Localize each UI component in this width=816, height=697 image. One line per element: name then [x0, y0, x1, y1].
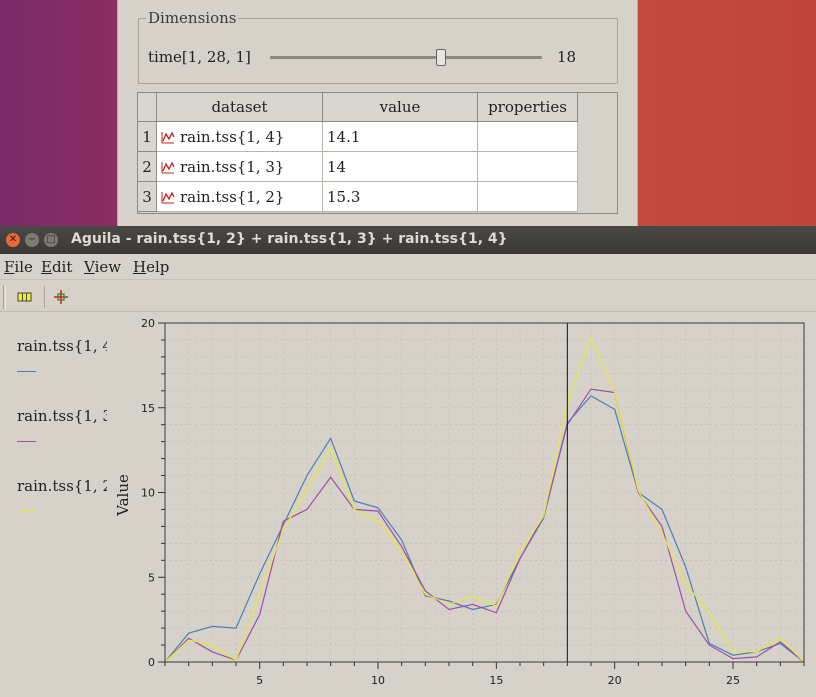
legend-swatch	[17, 441, 36, 442]
menu-edit-label: dit	[51, 258, 73, 276]
y-tick-label: 15	[141, 402, 155, 415]
menu-bar: File Edit View Help	[0, 254, 816, 280]
table-cell-value[interactable]: 14.1	[323, 122, 478, 152]
menu-edit[interactable]: Edit	[41, 258, 72, 276]
legend-swatch	[17, 511, 36, 512]
table-cell-dataset[interactable]: rain.tss{1, 3}	[157, 152, 323, 182]
menu-file[interactable]: File	[4, 258, 33, 276]
title-bar[interactable]: ✕ − □ Aguila - rain.tss{1, 2} + rain.tss…	[0, 226, 816, 254]
timeseries-icon	[161, 161, 175, 173]
table-cell-properties[interactable]	[478, 152, 578, 182]
menu-help-mnemonic: H	[133, 258, 147, 276]
y-axis-label: Value	[114, 474, 132, 517]
menu-view-mnemonic: V	[84, 258, 95, 276]
table-corner[interactable]	[138, 93, 157, 122]
y-tick-label: 20	[141, 317, 155, 330]
dataset-name: rain.tss{1, 4}	[180, 127, 285, 146]
dataset-name: rain.tss{1, 2}	[180, 187, 285, 206]
row-header[interactable]: 3	[138, 182, 157, 212]
menu-view-label: iew	[94, 258, 122, 276]
chart-legend: rain.tss{1, 4} rain.tss{1, 3} rain.tss{1…	[0, 313, 112, 697]
close-icon[interactable]: ✕	[6, 233, 20, 247]
column-header-dataset[interactable]: dataset	[157, 93, 323, 122]
cursor-crosshair-icon[interactable]	[50, 286, 72, 308]
x-tick-label: 15	[489, 674, 503, 687]
table-cell-properties[interactable]	[478, 182, 578, 212]
time-dimension-value: 18	[557, 48, 577, 66]
maximize-icon[interactable]: □	[44, 233, 58, 247]
y-tick-label: 10	[141, 487, 155, 500]
x-tick-label: 10	[371, 674, 385, 687]
menu-help-label: elp	[146, 258, 170, 276]
columns-icon[interactable]	[13, 286, 35, 308]
toolbar-grip[interactable]	[3, 285, 6, 309]
row-header[interactable]: 1	[138, 122, 157, 152]
menu-file-mnemonic: F	[4, 258, 15, 276]
legend-label: rain.tss{1, 2}	[17, 477, 107, 495]
table-cell-value[interactable]: 14	[323, 152, 478, 182]
timeseries-icon	[161, 191, 175, 203]
line-chart[interactable]: Value 0 5 10 15 20 5 10 15 20 25	[112, 313, 816, 697]
menu-view[interactable]: View	[84, 258, 121, 276]
timeseries-icon	[161, 131, 175, 143]
dimensions-title: Dimensions	[146, 9, 239, 27]
minimize-icon[interactable]: −	[25, 233, 39, 247]
y-tick-label: 0	[148, 656, 155, 669]
table-cell-dataset[interactable]: rain.tss{1, 4}	[157, 122, 323, 152]
menu-file-label: ile	[14, 258, 33, 276]
column-header-properties[interactable]: properties	[478, 93, 578, 122]
dimensions-group: Dimensions time[1, 28, 1] 18	[138, 9, 618, 84]
toolbar	[0, 281, 816, 312]
legend-label: rain.tss{1, 4}	[17, 337, 107, 355]
legend-swatch	[17, 371, 36, 372]
table-cell-value[interactable]: 15.3	[323, 182, 478, 212]
toolbar-separator	[44, 286, 45, 308]
table-cell-properties[interactable]	[478, 122, 578, 152]
menu-help[interactable]: Help	[133, 258, 169, 276]
x-tick-label: 20	[608, 674, 622, 687]
x-tick-label: 5	[256, 674, 263, 687]
time-slider-handle[interactable]	[436, 49, 447, 66]
time-dimension-label: time[1, 28, 1]	[148, 48, 251, 66]
plot-area[interactable]: Value 0 5 10 15 20 5 10 15 20 25	[112, 313, 816, 697]
window-title: Aguila - rain.tss{1, 2} + rain.tss{1, 3}…	[71, 231, 508, 247]
row-header[interactable]: 2	[138, 152, 157, 182]
table-cell-dataset[interactable]: rain.tss{1, 2}	[157, 182, 323, 212]
legend-label: rain.tss{1, 3}	[17, 407, 107, 425]
menu-edit-mnemonic: E	[41, 258, 52, 276]
aguila-window: ✕ − □ Aguila - rain.tss{1, 2} + rain.tss…	[0, 226, 816, 697]
properties-window: Dimensions time[1, 28, 1] 18 dataset val…	[117, 0, 638, 240]
x-tick-label: 25	[726, 674, 740, 687]
time-slider-track[interactable]	[270, 56, 542, 59]
column-header-value[interactable]: value	[323, 93, 478, 122]
y-tick-label: 5	[148, 571, 155, 584]
dataset-name: rain.tss{1, 3}	[180, 157, 285, 176]
dataset-table: dataset value properties 1 rain.tss{1, 4…	[137, 92, 618, 214]
